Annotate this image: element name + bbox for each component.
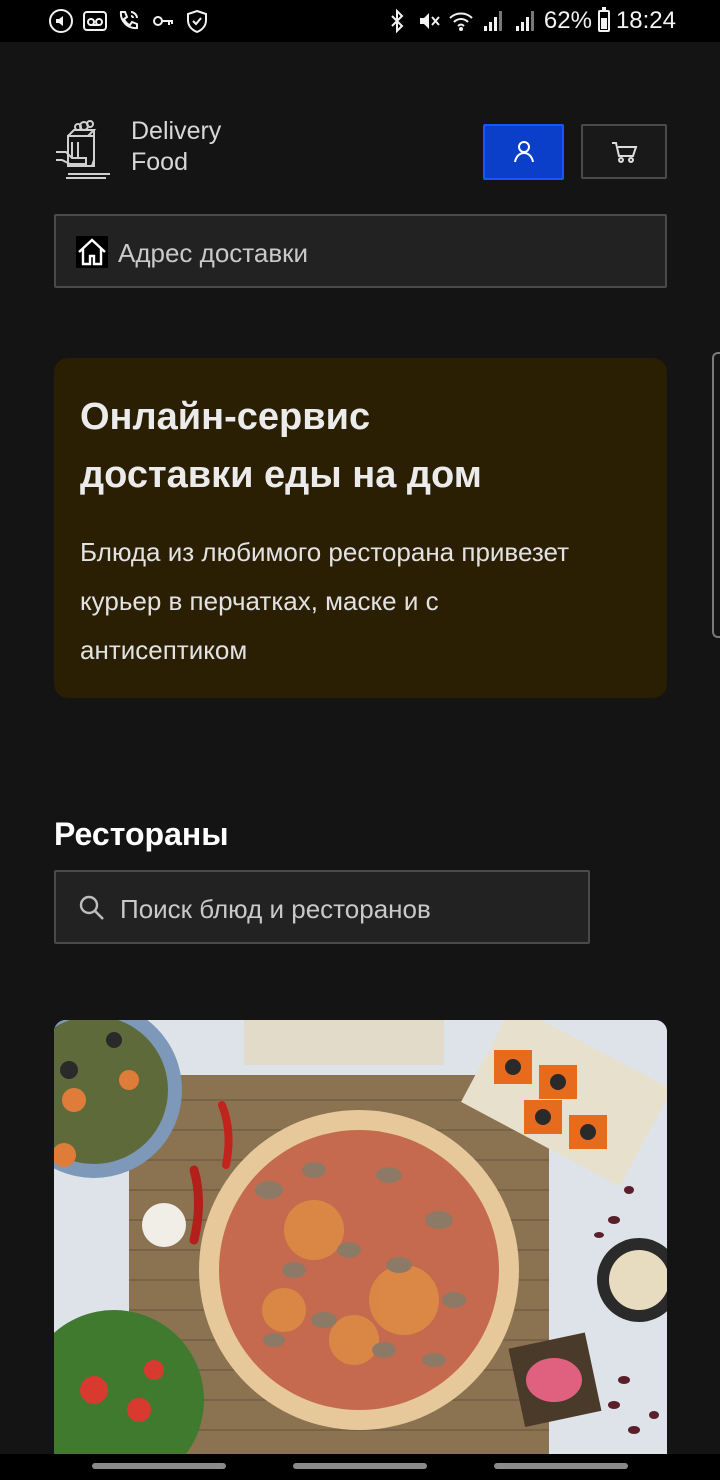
bluetooth-icon bbox=[391, 8, 404, 34]
battery-icon bbox=[597, 7, 610, 32]
pizza-photo bbox=[54, 1020, 667, 1460]
user-icon bbox=[513, 141, 534, 163]
promo-text-line-1: Блюда из любимого ресторана привезет bbox=[80, 537, 569, 567]
signal-icon bbox=[515, 11, 534, 31]
nav-back-button[interactable] bbox=[92, 1463, 226, 1469]
cart-button[interactable] bbox=[581, 124, 667, 179]
wifi-call-icon bbox=[119, 11, 138, 30]
nav-home-button[interactable] bbox=[293, 1463, 427, 1469]
promo-title: Онлайн-сервис доставки еды на дом bbox=[80, 388, 641, 504]
logo[interactable]: Delivery Food bbox=[54, 116, 254, 186]
search-input[interactable] bbox=[118, 890, 572, 928]
cart-icon bbox=[612, 141, 638, 163]
battery-percent: 62% bbox=[543, 7, 592, 34]
promo-title-line-1: Онлайн-сервис bbox=[80, 396, 371, 438]
address-placeholder: Адрес доставки bbox=[118, 238, 309, 268]
clock: 18:24 bbox=[615, 7, 676, 34]
promo-text-line-3: антисептиком bbox=[80, 635, 248, 665]
status-bar: 62% 18:24 bbox=[0, 0, 720, 42]
mute-icon bbox=[419, 13, 440, 29]
address-input[interactable]: Адрес доставки bbox=[54, 214, 667, 288]
home-icon bbox=[76, 236, 108, 268]
volume-icon bbox=[49, 9, 73, 33]
scrollbar[interactable] bbox=[712, 352, 720, 638]
logo-line-2: Food bbox=[131, 148, 188, 176]
shield-icon bbox=[187, 9, 207, 34]
promo-title-line-2: доставки еды на дом bbox=[80, 454, 482, 496]
status-icons-left bbox=[48, 8, 210, 34]
nav-recents-button[interactable] bbox=[494, 1463, 628, 1469]
restaurants-title: Рестораны bbox=[54, 816, 229, 852]
logo-text: Delivery Food bbox=[131, 116, 221, 178]
logo-line-1: Delivery bbox=[131, 117, 222, 145]
promo-text-line-2: курьер в перчатках, маске и с bbox=[80, 586, 439, 616]
wifi-icon bbox=[449, 12, 473, 31]
login-button[interactable] bbox=[483, 124, 564, 180]
status-icons-right: 62% 18:24 bbox=[384, 6, 676, 36]
promo-banner: Онлайн-сервис доставки еды на дом Блюда … bbox=[54, 358, 667, 698]
search-icon bbox=[79, 895, 104, 920]
signal-icon bbox=[483, 11, 502, 31]
delivery-logo-icon bbox=[56, 120, 110, 179]
search-field[interactable] bbox=[54, 870, 590, 944]
key-icon bbox=[153, 16, 173, 26]
promo-text: Блюда из любимого ресторана привезет кур… bbox=[80, 528, 641, 675]
restaurant-card-image[interactable] bbox=[54, 1020, 667, 1460]
navigation-bar bbox=[0, 1454, 720, 1480]
voicemail-icon bbox=[83, 11, 107, 31]
